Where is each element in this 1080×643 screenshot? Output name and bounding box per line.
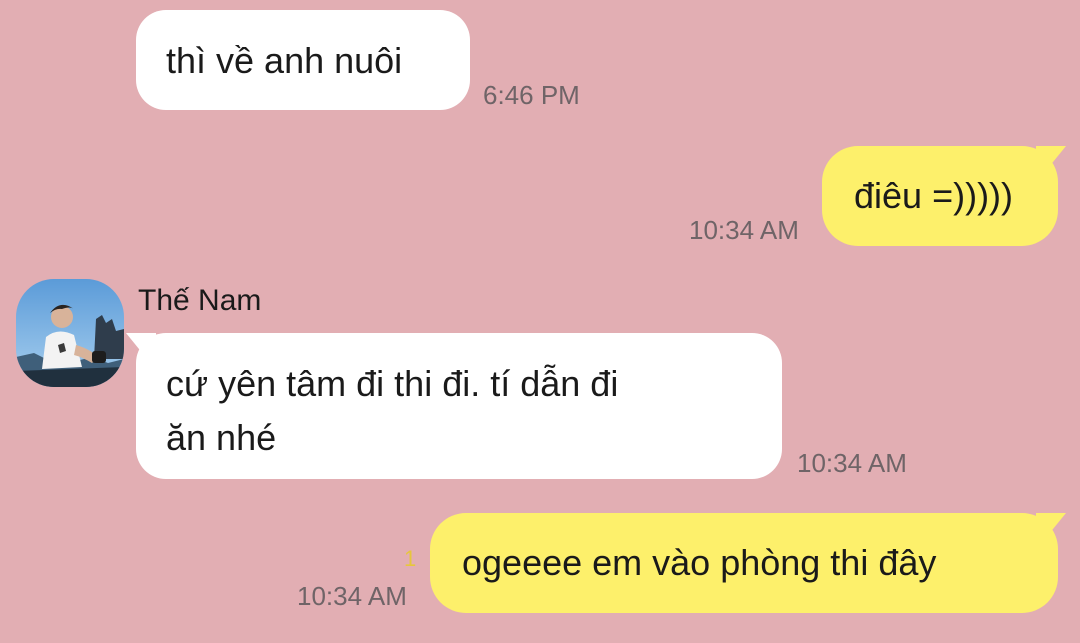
incoming-message-bubble[interactable]: cứ yên tâm đi thi đi. tí dẫn đi ăn nhé xyxy=(126,333,782,479)
bubble-tail xyxy=(1036,513,1066,537)
message-text: ogeeee em vào phòng thi đây xyxy=(462,542,937,583)
message-timestamp: 6:46 PM xyxy=(483,80,580,110)
incoming-message-bubble[interactable]: thì về anh nuôi xyxy=(136,10,470,110)
outgoing-message-bubble[interactable]: điêu =))))) xyxy=(822,146,1066,246)
chat-thread: thì về anh nuôi 6:46 PM 10:34 AM điêu =)… xyxy=(0,0,1080,643)
unread-count-badge: 1 xyxy=(404,546,417,571)
bubble-tail xyxy=(126,333,156,357)
profile-photo-icon xyxy=(16,279,124,387)
message-timestamp: 10:34 AM xyxy=(689,215,799,245)
sender-name: Thế Nam xyxy=(138,284,262,317)
message-text-line: cứ yên tâm đi thi đi. tí dẫn đi xyxy=(166,363,619,404)
bubble-tail xyxy=(1036,146,1066,170)
message-text: thì về anh nuôi xyxy=(166,40,403,81)
avatar[interactable] xyxy=(16,279,124,387)
message-text-line: ăn nhé xyxy=(166,417,277,458)
message-timestamp: 10:34 AM xyxy=(797,448,907,478)
message-timestamp: 10:34 AM xyxy=(297,581,407,611)
message-text: điêu =))))) xyxy=(854,175,1014,216)
outgoing-message-bubble[interactable]: ogeeee em vào phòng thi đây xyxy=(430,513,1066,613)
